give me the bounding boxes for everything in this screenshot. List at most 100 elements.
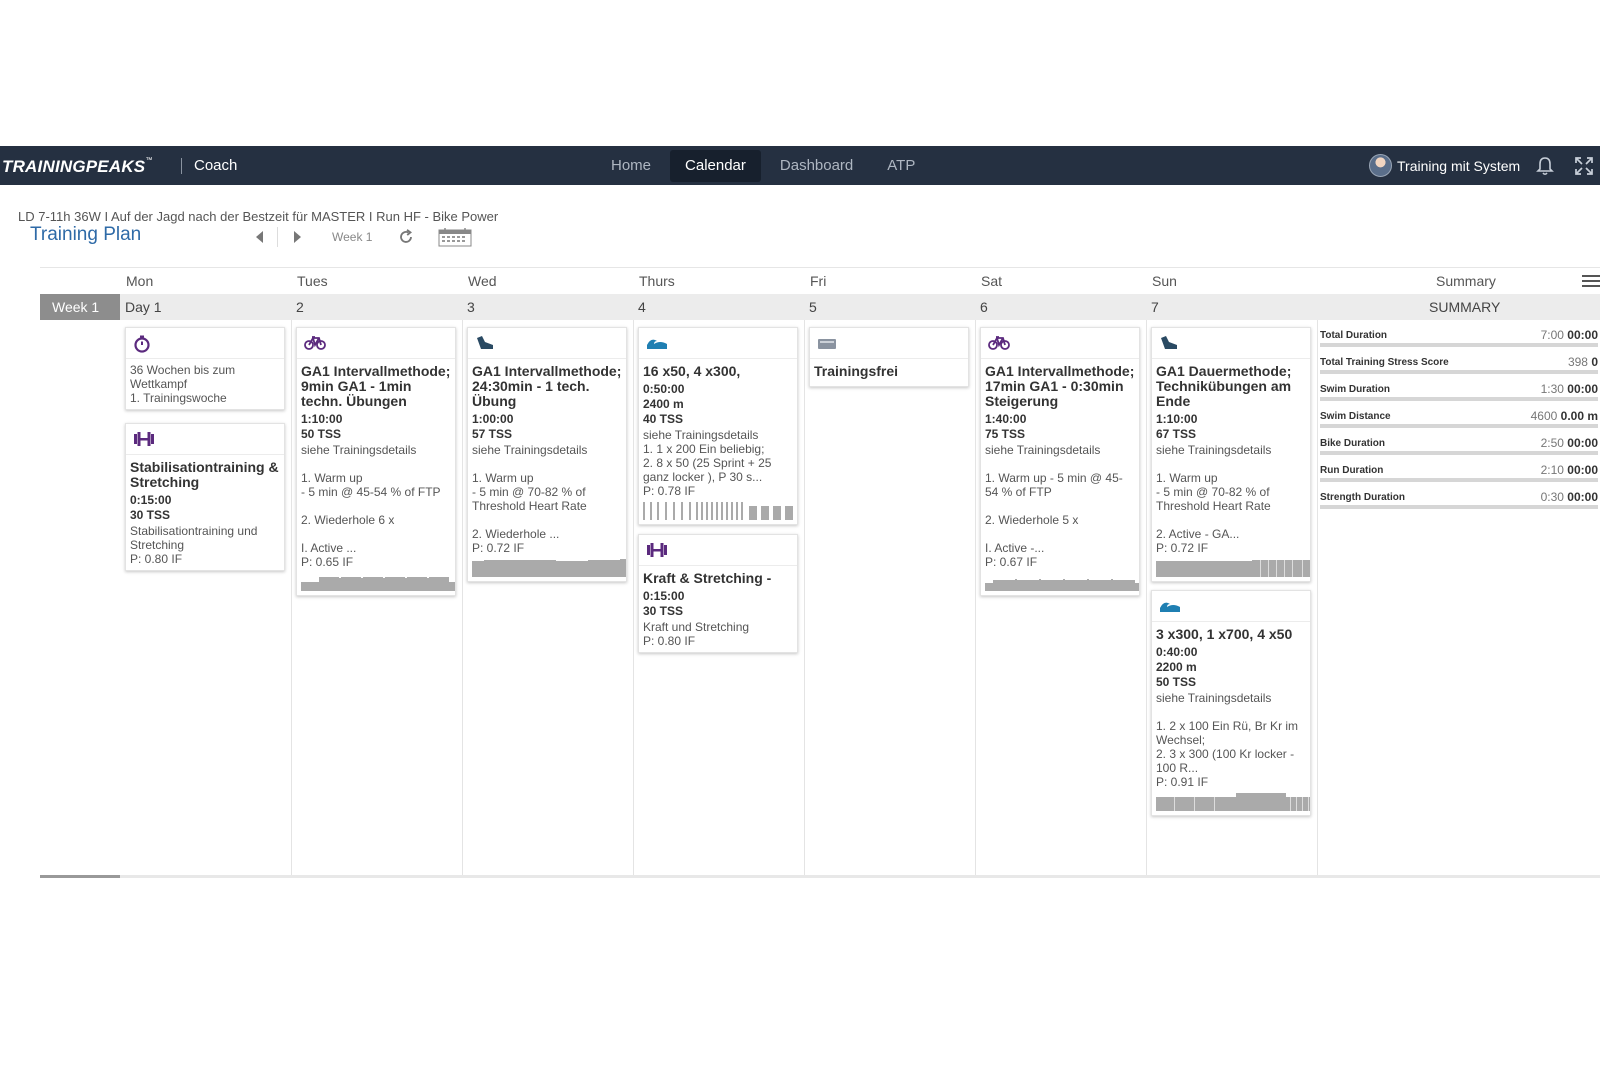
summary-actual: 00:00 xyxy=(1567,463,1598,477)
card-text: siehe Trainingsdetails 1. 2 x 100 Ein Rü… xyxy=(1156,691,1299,775)
day-number-1: Day 1 xyxy=(125,299,162,315)
summary-progress-bar xyxy=(1320,424,1598,428)
swim-icon xyxy=(1160,602,1180,612)
card-icon-area xyxy=(810,328,968,359)
brand-trademark: ™ xyxy=(145,157,153,164)
day-number-5: 5 xyxy=(809,299,817,315)
day-number-7: 7 xyxy=(1151,299,1159,315)
summary-label: SUMMARY xyxy=(1429,299,1501,315)
day-name-row: Mon Tues Wed Thurs Fri Sat Sun Summary xyxy=(0,273,1600,293)
column-divider xyxy=(462,320,463,876)
summary-progress-bar xyxy=(1320,505,1598,509)
summary-progress-bar xyxy=(1320,343,1598,347)
summary-planned: 2:10 xyxy=(1540,463,1564,477)
workout-card-event[interactable]: 36 Wochen bis zum Wettkampf 1. Trainings… xyxy=(125,327,285,410)
column-divider xyxy=(1317,320,1318,876)
card-text: Kraft und Stretching xyxy=(643,620,750,634)
card-if: P: 0.91 IF xyxy=(1156,775,1209,789)
calendar-top-divider xyxy=(40,267,1600,268)
workout-structure-graph xyxy=(1156,559,1310,577)
summary-actual: 00:00 xyxy=(1567,328,1598,342)
summary-progress-bar xyxy=(1320,370,1598,374)
card-icon-area xyxy=(639,328,797,359)
workout-card-strength[interactable]: Stabilisationtraining & Stretching 0:15:… xyxy=(125,423,285,571)
card-icon-area xyxy=(981,328,1139,359)
workout-structure-graph xyxy=(301,573,455,591)
card-duration: 0:40:00 xyxy=(1156,645,1198,659)
card-duration: 1:00:00 xyxy=(472,412,514,426)
card-tss: 30 TSS xyxy=(643,604,684,618)
card-title: 16 x50, 4 x300, xyxy=(643,363,741,379)
workout-structure-graph xyxy=(1156,793,1310,811)
card-if: P: 0.72 IF xyxy=(472,541,525,555)
card-title: GA1 Intervallmethode; 24:30min - 1 tech.… xyxy=(472,363,622,409)
card-icon-area xyxy=(1152,328,1310,359)
summary-actual: 0 xyxy=(1591,355,1598,369)
card-tss: 50 TSS xyxy=(301,427,342,441)
top-navbar: TRAININGPEAKS™ Coach Home Calendar Dashb… xyxy=(0,146,1600,185)
workout-card-strength[interactable]: Kraft & Stretching - 0:15:00 30 TSS Kraf… xyxy=(638,534,798,653)
workout-card-swim[interactable]: 16 x50, 4 x300, 0:50:00 2400 m 40 TSS si… xyxy=(638,327,798,525)
summary-row: Run Duration 2:10 00:00 xyxy=(1320,461,1598,488)
card-icon-area xyxy=(126,424,284,455)
user-name[interactable]: Training mit System xyxy=(1397,158,1520,174)
week-label: Week 1 xyxy=(332,230,373,244)
main-nav-tabs: Home Calendar Dashboard ATP xyxy=(596,150,934,182)
nav-tab-calendar[interactable]: Calendar xyxy=(670,150,761,182)
card-text: 36 Wochen bis zum Wettkampf 1. Trainings… xyxy=(130,363,236,405)
summary-row: Total Training Stress Score 398 0 xyxy=(1320,353,1598,380)
card-text: Stabilisationtraining und Stretching xyxy=(130,524,258,552)
user-avatar[interactable] xyxy=(1369,154,1392,177)
card-distance: 2200 m xyxy=(1156,660,1197,674)
next-week-icon[interactable] xyxy=(294,231,301,243)
bell-icon[interactable] xyxy=(1534,155,1556,177)
user-menu[interactable]: Training mit System xyxy=(1369,154,1520,177)
day-name-fri: Fri xyxy=(810,273,827,289)
day-number-3: 3 xyxy=(467,299,475,315)
brand-logo[interactable]: TRAININGPEAKS™ xyxy=(2,157,153,177)
workout-card-swim[interactable]: 3 x300, 1 x700, 4 x50 0:40:00 2200 m 50 … xyxy=(1151,590,1311,816)
summary-planned: 1:30 xyxy=(1540,382,1564,396)
previous-week-icon[interactable] xyxy=(256,231,263,243)
card-if: P: 0.80 IF xyxy=(130,552,183,566)
nav-tab-atp[interactable]: ATP xyxy=(872,150,930,182)
day-name-mon: Mon xyxy=(126,273,154,289)
workout-card-bike[interactable]: GA1 Intervallmethode; 17min GA1 - 0:30mi… xyxy=(980,327,1140,596)
card-icon-area xyxy=(126,328,284,359)
summary-row: Swim Duration 1:30 00:00 xyxy=(1320,380,1598,407)
card-text: siehe Trainingsdetails 1. Warm up - 5 mi… xyxy=(472,443,588,541)
hamburger-menu-icon[interactable] xyxy=(1582,274,1600,288)
run-shoe-icon xyxy=(1161,336,1177,349)
summary-progress-bar xyxy=(1320,397,1598,401)
card-if: P: 0.80 IF xyxy=(643,634,696,648)
summary-actual: 0.00 m xyxy=(1560,409,1598,423)
fullscreen-icon[interactable] xyxy=(1573,155,1595,177)
card-duration: 1:40:00 xyxy=(985,412,1027,426)
card-duration: 1:10:00 xyxy=(1156,412,1198,426)
column-divider xyxy=(975,320,976,876)
workout-card-bike[interactable]: GA1 Intervallmethode; 9min GA1 - 1min te… xyxy=(296,327,456,596)
nav-tab-dashboard[interactable]: Dashboard xyxy=(765,150,868,182)
card-icon-area xyxy=(468,328,626,359)
nav-tab-home[interactable]: Home xyxy=(596,150,666,182)
card-tss: 67 TSS xyxy=(1156,427,1197,441)
week-tab[interactable]: Week 1 xyxy=(40,294,120,320)
dumbbell-icon xyxy=(647,543,667,557)
card-if: P: 0.78 IF xyxy=(643,484,696,498)
calendar-picker-icon[interactable] xyxy=(438,227,472,247)
card-distance: 2400 m xyxy=(643,397,684,411)
card-title: GA1 Intervallmethode; 9min GA1 - 1min te… xyxy=(301,363,451,409)
bike-icon xyxy=(988,336,1010,350)
summary-actual: 00:00 xyxy=(1567,490,1598,504)
summary-actual: 00:00 xyxy=(1567,382,1598,396)
day-off-icon xyxy=(818,339,836,349)
day-name-thu: Thurs xyxy=(639,273,675,289)
summary-progress-bar xyxy=(1320,478,1598,482)
workout-card-day-off[interactable]: Trainingsfrei xyxy=(809,327,969,387)
workout-card-run[interactable]: GA1 Intervallmethode; 24:30min - 1 tech.… xyxy=(467,327,627,582)
workout-card-run[interactable]: GA1 Dauermethode; Technikübungen am Ende… xyxy=(1151,327,1311,582)
product-name: Coach xyxy=(194,157,238,174)
workout-structure-graph xyxy=(643,502,793,520)
refresh-icon[interactable] xyxy=(397,228,415,246)
card-duration: 0:50:00 xyxy=(643,382,685,396)
